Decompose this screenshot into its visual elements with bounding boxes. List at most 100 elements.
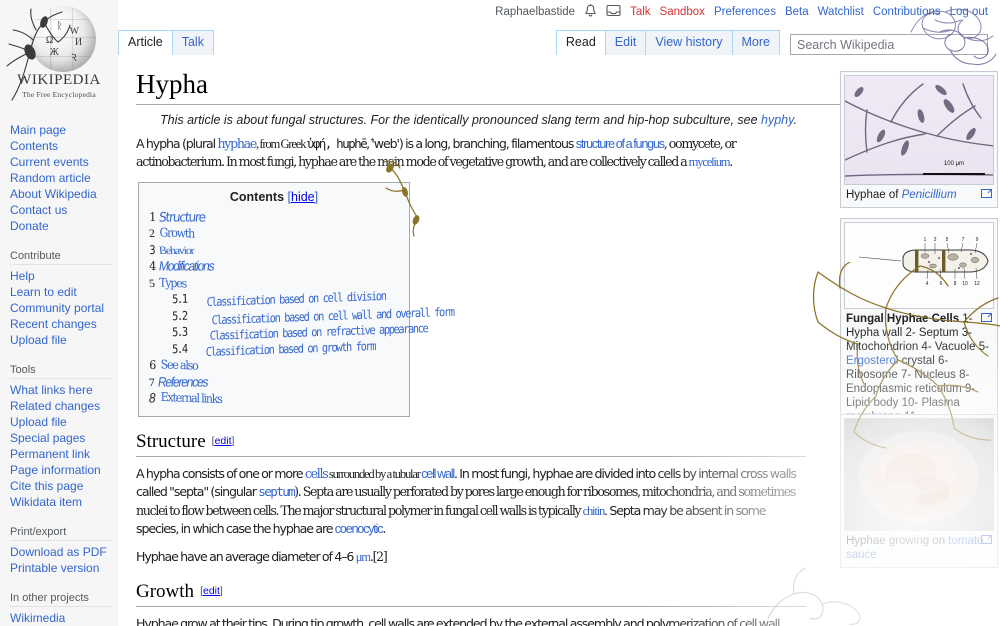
sidebar-item-contents[interactable]: Contents (10, 138, 112, 154)
sidebar-item-what-links-here[interactable]: What links here (10, 382, 112, 398)
svg-text:4: 4 (926, 281, 929, 287)
svg-text:8: 8 (954, 281, 957, 287)
sidebar-item-donate[interactable]: Donate (10, 218, 112, 234)
magnify-icon[interactable] (981, 312, 992, 322)
edit-section-growth[interactable]: [edit] (200, 585, 223, 597)
caption-text-prefix: Hyphae growing on (846, 535, 949, 547)
tab-more-dropdown[interactable]: More (731, 30, 780, 55)
toc-item-modifications[interactable]: 4 Modifications (149, 258, 399, 275)
user-name-link[interactable]: Raphaelbastide (495, 6, 575, 18)
magnify-icon[interactable] (981, 534, 992, 544)
tab-edit[interactable]: Edit (604, 30, 647, 55)
personal-link-logout[interactable]: Log out (950, 6, 988, 18)
tray-icon[interactable] (606, 4, 621, 20)
toc-list: 1 Structure 2 Growth 3 Behavior 4 Modificati… (148, 209, 454, 407)
sidebar-section-contribute: Contribute Help Learn to edit Community … (0, 246, 118, 348)
logo-wordmark: WIKIPEDIA The Free Encyclopedia (0, 72, 118, 99)
sidebar-item-community-portal[interactable]: Community portal (10, 300, 112, 316)
personal-link-watchlist[interactable]: Watchlist (818, 6, 864, 18)
toc-item-growth[interactable]: 2 Growth (148, 225, 399, 242)
caption-bold-label: Fungal Hyphae Cells (846, 313, 960, 325)
sidebar-item-cite-this-page[interactable]: Cite this page (10, 478, 112, 494)
edit-link-growth[interactable]: edit (203, 585, 220, 597)
sidebar-item-contact-us[interactable]: Contact us (10, 202, 112, 218)
sidebar-list-print-export: Download as PDF Printable version (10, 544, 112, 576)
hatnote-end: . (793, 113, 797, 127)
section-title-growth: Growth (136, 580, 195, 602)
sidebar-item-printable-version[interactable]: Printable version (10, 560, 112, 576)
tab-talk[interactable]: Talk (171, 30, 214, 55)
svg-text:7: 7 (962, 237, 965, 243)
toc-item-types-cell-division[interactable]: 5.1 Classification based on cell division (149, 289, 399, 309)
structure-paragraph-1: A hypha consists of one or more cells su… (136, 465, 796, 537)
scale-bar (923, 173, 985, 175)
view-tabs: Read Edit View history More (555, 30, 988, 55)
caption-link-penicillium[interactable]: Penicillium (902, 189, 957, 201)
namespace-tabs: Article Talk (118, 30, 214, 55)
personal-link-contributions[interactable]: Contributions (873, 6, 941, 18)
wikipedia-article-page: Raphaelbastide Talk Sandbox Preferences … (0, 0, 1000, 626)
personal-toolbar: Raphaelbastide Talk Sandbox Preferences … (0, 0, 1000, 24)
sidebar-heading-contribute: Contribute (10, 246, 112, 265)
hyphae-cell-diagram-image[interactable]: 1 3 5 7 9 4 6 8 10 12 (844, 222, 994, 309)
magnify-icon[interactable] (981, 188, 992, 198)
section-heading-growth: Growth [edit] (136, 581, 806, 607)
penicillium-micrograph-image[interactable]: 100 μm (844, 75, 994, 185)
caption-link-ergosterol[interactable]: Ergosterol (846, 355, 898, 367)
toc-item-behavior[interactable]: 3 Behavior (149, 242, 399, 259)
sidebar-item-wikimedia-commons[interactable]: Wikimedia Commons (10, 610, 112, 626)
personal-link-sandbox[interactable]: Sandbox (660, 6, 705, 18)
toc-item-references[interactable]: 7 References (148, 374, 399, 391)
lead-paragraph: A hypha (plural hyphae, from Greek ὑφή, … (136, 136, 736, 170)
sidebar-item-upload-file[interactable]: Upload file (10, 332, 112, 348)
tab-article[interactable]: Article (118, 30, 173, 55)
sidebar-section-tools: Tools What links here Related changes Up… (0, 360, 118, 510)
sidebar-item-random-article[interactable]: Random article (10, 170, 112, 186)
sidebar-item-main-page[interactable]: Main page (10, 122, 112, 138)
sidebar-item-permanent-link[interactable]: Permanent link (10, 446, 112, 462)
growth-paragraph-1: Hyphae grow at their tips. During tip gr… (136, 615, 780, 626)
logo-tagline: The Free Encyclopedia (22, 90, 96, 99)
hatnote-text: This article is about fungal structures.… (160, 113, 762, 127)
sidebar-item-wikidata-item[interactable]: Wikidata item (10, 494, 112, 510)
edit-section-structure[interactable]: [edit] (212, 435, 235, 447)
sidebar-section-other-projects: In other projects Wikimedia Commons (0, 588, 118, 626)
tab-view-history[interactable]: View history (645, 30, 733, 55)
sidebar-item-related-changes[interactable]: Related changes (10, 398, 112, 414)
toc-hide-link[interactable]: hide (291, 190, 315, 204)
thumbnail-tomato-sauce[interactable]: Hyphae growing on tomato sauce (840, 414, 998, 568)
sidebar-list-navigation: Main page Contents Current events Random… (10, 120, 112, 234)
personal-link-preferences[interactable]: Preferences (714, 6, 776, 18)
sidebar-list-other-projects: Wikimedia Commons (10, 610, 112, 626)
sidebar-item-about-wikipedia[interactable]: About Wikipedia (10, 186, 112, 202)
sidebar-item-help[interactable]: Help (10, 268, 112, 284)
bell-icon[interactable] (584, 3, 597, 21)
sidebar-item-current-events[interactable]: Current events (10, 154, 112, 170)
toc-title-row: Contents [hide] (149, 190, 399, 204)
edit-link-structure[interactable]: edit (215, 435, 232, 447)
sidebar-item-special-pages[interactable]: Special pages (10, 430, 112, 446)
toc-item-see-also[interactable]: 6 See also (149, 357, 399, 374)
sidebar-item-learn-to-edit[interactable]: Learn to edit (10, 284, 112, 300)
tab-read[interactable]: Read (555, 30, 606, 55)
tomato-sauce-mold-image[interactable] (844, 418, 994, 531)
thumbnail-penicillium[interactable]: 100 μm Hyphae of Penicillium (840, 71, 998, 208)
toc-item-types-growth-form[interactable]: 5.4 Classification based on growth form (149, 339, 399, 359)
sidebar-item-page-information[interactable]: Page information (10, 462, 112, 478)
personal-link-talk[interactable]: Talk (630, 6, 650, 18)
sidebar-heading-tools: Tools (10, 360, 112, 379)
svg-text:1: 1 (924, 237, 927, 243)
sidebar-section-navigation: Main page Contents Current events Random… (0, 118, 118, 234)
hatnote-link-hyphy[interactable]: hyphy (761, 113, 793, 127)
toc-item-structure[interactable]: 1 Structure (149, 209, 399, 226)
thumbnail-caption-penicillium: Hyphae of Penicillium (844, 185, 994, 204)
toc-title: Contents (229, 189, 285, 204)
personal-link-beta[interactable]: Beta (785, 6, 809, 18)
sidebar-item-upload-file-tools[interactable]: Upload file (10, 414, 112, 430)
search-input[interactable] (790, 34, 988, 55)
sidebar-item-download-as-pdf[interactable]: Download as PDF (10, 544, 112, 560)
toc-item-external-links[interactable]: 8 External links (148, 390, 399, 407)
sidebar-list-contribute: Help Learn to edit Community portal Rece… (10, 268, 112, 348)
sidebar-item-recent-changes[interactable]: Recent changes (10, 316, 112, 332)
toc-toggle[interactable]: [hide] (288, 190, 319, 204)
